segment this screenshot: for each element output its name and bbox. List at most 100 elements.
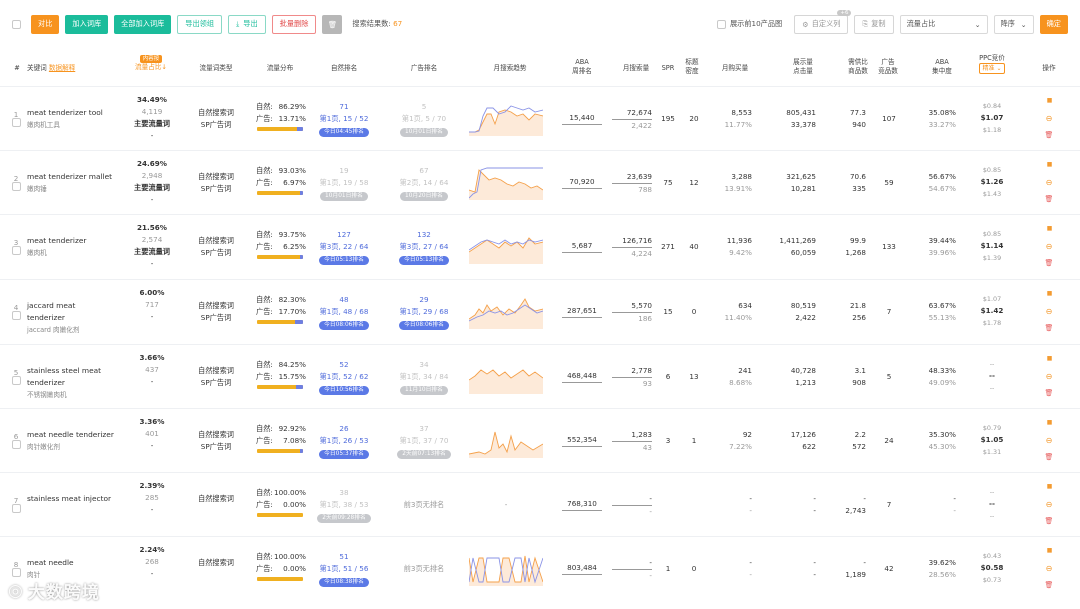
- batch-delete-button[interactable]: 批量删除: [271, 14, 317, 34]
- natural-rank-value[interactable]: 19: [308, 165, 380, 177]
- monthly-search-value[interactable]: 72,674: [612, 107, 652, 120]
- sort-field-select[interactable]: 流量占比 ⌄: [899, 14, 988, 34]
- monthly-search-value[interactable]: 2,778: [612, 365, 652, 378]
- row-checkbox[interactable]: [12, 182, 21, 191]
- natural-rank-pill[interactable]: 2天前09:28排名: [317, 514, 371, 523]
- natural-rank-value[interactable]: 38: [308, 487, 380, 499]
- aba-rank-value[interactable]: 5,687: [562, 240, 602, 253]
- ad-rank-pill[interactable]: 今日08:06排名: [399, 321, 449, 330]
- ad-rank-pill[interactable]: 11月10日排名: [400, 386, 448, 395]
- export-selected-button[interactable]: 导出领组: [177, 14, 223, 34]
- table-row[interactable]: 8 meat needle 肉针 2.24% 268- 自然搜索词 自然: 100.00% 广告…: [0, 536, 1080, 600]
- trash-icon[interactable]: 🗑: [1043, 577, 1055, 595]
- aba-rank-value[interactable]: 768,310: [562, 498, 602, 511]
- add-all-to-lib-button[interactable]: 全部加入词库: [114, 14, 172, 34]
- table-row[interactable]: 4 jaccard meat tenderizer jaccard 肉嫩化剂 6.00…: [0, 279, 1080, 343]
- trend-sparkline[interactable]: [469, 230, 543, 264]
- compare-button[interactable]: 对比: [31, 14, 60, 34]
- row-checkbox[interactable]: [12, 568, 21, 577]
- natural-rank-value[interactable]: 52: [308, 359, 380, 371]
- bar-chart-icon[interactable]: ▮▮: [1043, 92, 1055, 110]
- monthly-search-value[interactable]: 126,716: [612, 235, 652, 248]
- keyword-text[interactable]: meat tenderizer mallet: [27, 171, 115, 183]
- row-checkbox[interactable]: [12, 440, 21, 449]
- ad-rank-pill[interactable]: 10月01日排名: [400, 128, 448, 137]
- custom-columns-button[interactable]: ⚙ 自定义列 +6: [794, 9, 852, 34]
- monthly-search-value[interactable]: 1,283: [612, 429, 652, 442]
- ad-rank-value[interactable]: 5: [388, 101, 460, 113]
- monthly-search-value[interactable]: 5,570: [612, 300, 652, 313]
- monthly-search-value[interactable]: 23,639: [612, 171, 652, 184]
- natural-rank-pill[interactable]: 今日08:06排名: [319, 321, 369, 330]
- trend-sparkline[interactable]: [469, 424, 543, 458]
- ad-rank-value[interactable]: 29: [388, 294, 460, 306]
- more-icon[interactable]: ⊖: [1043, 110, 1055, 128]
- bar-chart-icon[interactable]: ▮▮: [1043, 220, 1055, 238]
- bar-chart-icon[interactable]: ▮▮: [1043, 478, 1055, 496]
- aba-rank-value[interactable]: 287,651: [562, 305, 602, 318]
- bar-chart-icon[interactable]: ▮▮: [1043, 156, 1055, 174]
- trash-button[interactable]: 🗑: [322, 14, 343, 34]
- row-checkbox[interactable]: [12, 311, 21, 320]
- data-explain-link[interactable]: 数据解释: [49, 64, 75, 72]
- keyword-text[interactable]: meat tenderizer tool: [27, 107, 115, 119]
- more-icon[interactable]: ⊖: [1043, 303, 1055, 321]
- natural-rank-pill[interactable]: 10月01日排名: [320, 192, 368, 201]
- table-row[interactable]: 1 meat tenderizer tool 嫩肉机工具 34.49% 4,119 主要流…: [0, 86, 1080, 150]
- natural-rank-pill[interactable]: 今日08:38排名: [319, 578, 369, 587]
- trash-icon[interactable]: 🗑: [1043, 255, 1055, 273]
- add-to-lib-button[interactable]: 加入词库: [65, 14, 109, 34]
- natural-rank-value[interactable]: 71: [308, 101, 380, 113]
- trash-icon[interactable]: 🗑: [1043, 127, 1055, 145]
- ad-rank-pill[interactable]: 2天前07:13排名: [397, 450, 451, 459]
- ad-rank-value[interactable]: 67: [388, 165, 460, 177]
- copy-button[interactable]: ⎘ 复制: [854, 14, 894, 34]
- trash-icon[interactable]: 🗑: [1043, 449, 1055, 467]
- table-row[interactable]: 7 stainless meat injector 2.39% 285 - 自然搜索词 自然…: [0, 472, 1080, 536]
- sort-order-select[interactable]: 降序 ⌄: [993, 14, 1034, 34]
- natural-rank-pill[interactable]: 今日05:37排名: [319, 450, 369, 459]
- keyword-text[interactable]: stainless steel meat tenderizer: [27, 365, 115, 389]
- row-checkbox[interactable]: [12, 118, 21, 127]
- bar-chart-icon[interactable]: ▮▮: [1043, 350, 1055, 368]
- keyword-text[interactable]: meat needle: [27, 557, 115, 569]
- trash-icon[interactable]: 🗑: [1043, 320, 1055, 338]
- natural-rank-pill[interactable]: 今日10:56排名: [319, 386, 369, 395]
- aba-rank-value[interactable]: 70,920: [562, 176, 602, 189]
- ad-rank-value[interactable]: 37: [388, 423, 460, 435]
- table-row[interactable]: 2 meat tenderizer mallet 嫩肉锤 24.69% 2,948 主要流…: [0, 150, 1080, 214]
- trend-sparkline[interactable]: [469, 102, 543, 136]
- show-top10-toggle[interactable]: 展示前10产品图: [716, 19, 782, 29]
- keyword-text[interactable]: meat needle tenderizer: [27, 429, 115, 441]
- bar-chart-icon[interactable]: ▮▮: [1043, 285, 1055, 303]
- trend-sparkline[interactable]: [469, 295, 543, 329]
- select-all-checkbox[interactable]: [12, 19, 21, 29]
- ad-rank-pill[interactable]: 10月20日排名: [400, 192, 448, 201]
- more-icon[interactable]: ⊖: [1043, 368, 1055, 386]
- ppc-mode-select[interactable]: 精准 ⌄: [978, 63, 1006, 74]
- natural-rank-value[interactable]: 127: [308, 229, 380, 241]
- natural-rank-pill[interactable]: 今日05:13排名: [319, 256, 369, 265]
- keyword-text[interactable]: jaccard meat tenderizer: [27, 300, 115, 324]
- more-icon[interactable]: ⊖: [1043, 238, 1055, 256]
- bar-chart-icon[interactable]: ▮▮: [1043, 542, 1055, 560]
- more-icon[interactable]: ⊖: [1043, 496, 1055, 514]
- aba-rank-value[interactable]: 552,354: [562, 434, 602, 447]
- ad-rank-pill[interactable]: 今日05:13排名: [399, 256, 449, 265]
- trash-icon[interactable]: 🗑: [1043, 385, 1055, 403]
- keyword-text[interactable]: stainless meat injector: [27, 493, 115, 505]
- monthly-search-value[interactable]: -: [612, 493, 652, 506]
- trash-icon[interactable]: 🗑: [1043, 191, 1055, 209]
- natural-rank-value[interactable]: 51: [308, 551, 380, 563]
- row-checkbox[interactable]: [12, 246, 21, 255]
- natural-rank-value[interactable]: 26: [308, 423, 380, 435]
- ad-rank-value[interactable]: 132: [388, 229, 460, 241]
- aba-rank-value[interactable]: 468,448: [562, 370, 602, 383]
- col-flow-share[interactable]: 内容按 流量占比↓: [126, 54, 176, 72]
- trash-icon[interactable]: 🗑: [1043, 513, 1055, 531]
- natural-rank-value[interactable]: 48: [308, 294, 380, 306]
- more-icon[interactable]: ⊖: [1043, 560, 1055, 578]
- trend-sparkline[interactable]: [469, 552, 543, 586]
- keyword-text[interactable]: meat tenderizer: [27, 235, 115, 247]
- ad-rank-value[interactable]: 34: [388, 359, 460, 371]
